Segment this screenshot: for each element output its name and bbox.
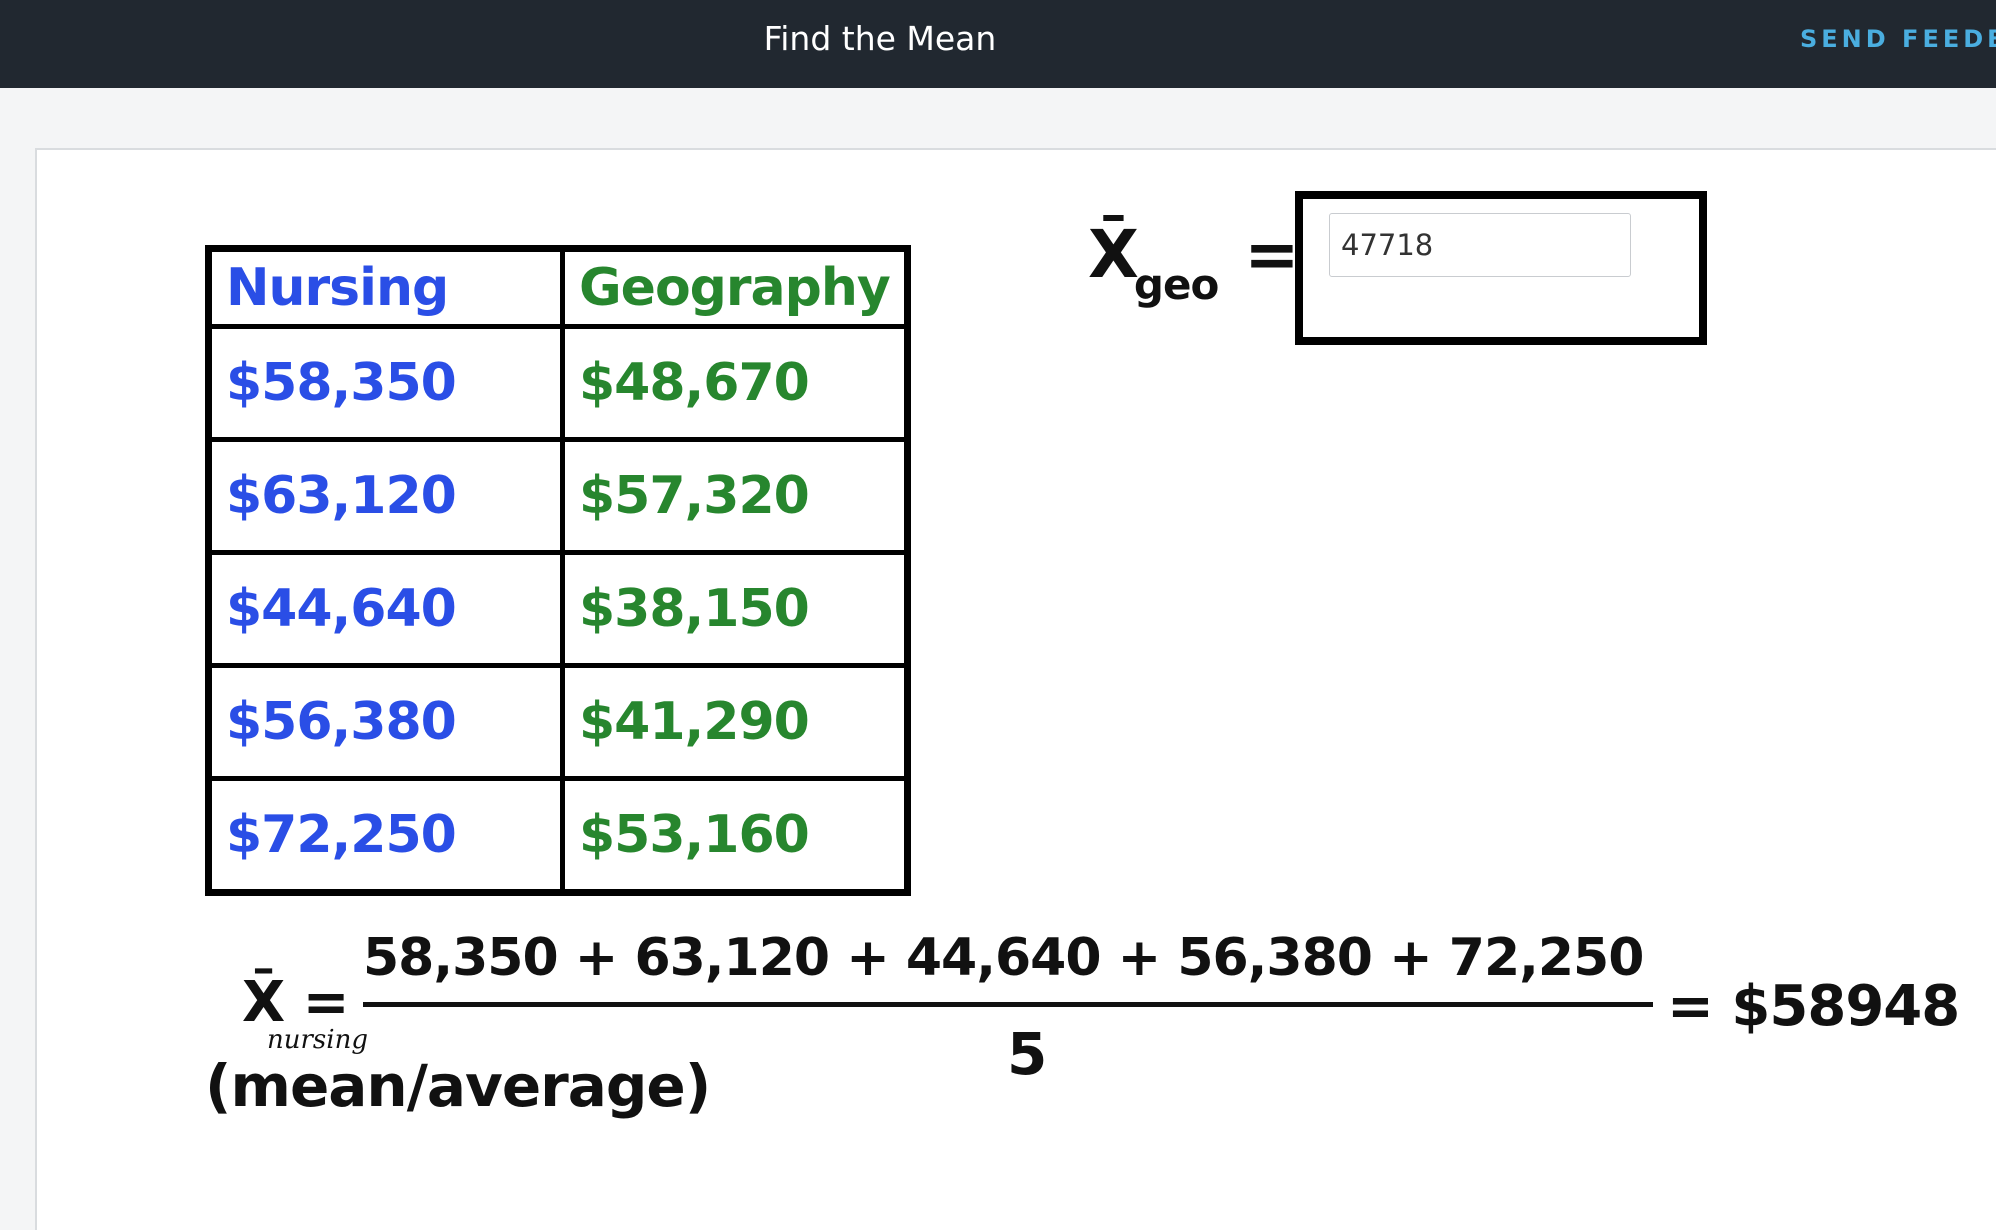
- nursing-cell: $63,120: [206, 437, 565, 555]
- nursing-cell: $72,250: [206, 776, 565, 895]
- page-title: Find the Mean: [763, 19, 997, 58]
- mean-subscript: geo: [1133, 260, 1219, 309]
- table-row: $44,640 $38,150: [206, 550, 910, 668]
- geography-cell: $48,670: [560, 324, 910, 442]
- table-row: $63,120 $57,320: [206, 437, 910, 555]
- mean-average-note: (mean/average): [205, 1052, 711, 1120]
- mean-symbol: X̄: [1088, 216, 1139, 293]
- nursing-cell: $56,380: [206, 663, 565, 781]
- worksheet-canvas: Nursing Geography $58,350 $48,670 $63,12…: [35, 148, 1996, 1230]
- table-row: $58,350 $48,670: [206, 324, 910, 442]
- formula-numerator: 58,350 + 63,120 + 44,640 + 56,380 + 72,2…: [363, 928, 1644, 988]
- formula-result: = $58948: [1667, 974, 1960, 1039]
- geography-cell: $38,150: [560, 550, 910, 668]
- geography-mean-label: X̄geo =: [1088, 216, 1300, 309]
- geography-cell: $57,320: [560, 437, 910, 555]
- fraction-bar: [363, 1002, 1653, 1007]
- geography-mean-input[interactable]: [1329, 213, 1631, 277]
- answer-box: [1295, 191, 1707, 345]
- salary-table: Nursing Geography $58,350 $48,670 $63,12…: [205, 245, 911, 896]
- equals-sign: =: [1244, 216, 1299, 293]
- table-row: $56,380 $41,290: [206, 663, 910, 781]
- nursing-cell: $58,350: [206, 324, 565, 442]
- column-header-geography: Geography: [560, 246, 910, 329]
- geography-cell: $41,290: [560, 663, 910, 781]
- column-header-nursing: Nursing: [206, 246, 565, 329]
- formula-denominator: 5: [1007, 1020, 1047, 1088]
- send-feedback-link[interactable]: SEND FEEDBA: [1800, 0, 1996, 78]
- top-bar: Find the Mean SEND FEEDBA: [0, 0, 1996, 88]
- table-row: $72,250 $53,160: [206, 776, 910, 895]
- table-header-row: Nursing Geography: [206, 246, 910, 329]
- nursing-cell: $44,640: [206, 550, 565, 668]
- geography-cell: $53,160: [560, 776, 910, 895]
- nursing-mean-subscript: nursing: [267, 1025, 368, 1055]
